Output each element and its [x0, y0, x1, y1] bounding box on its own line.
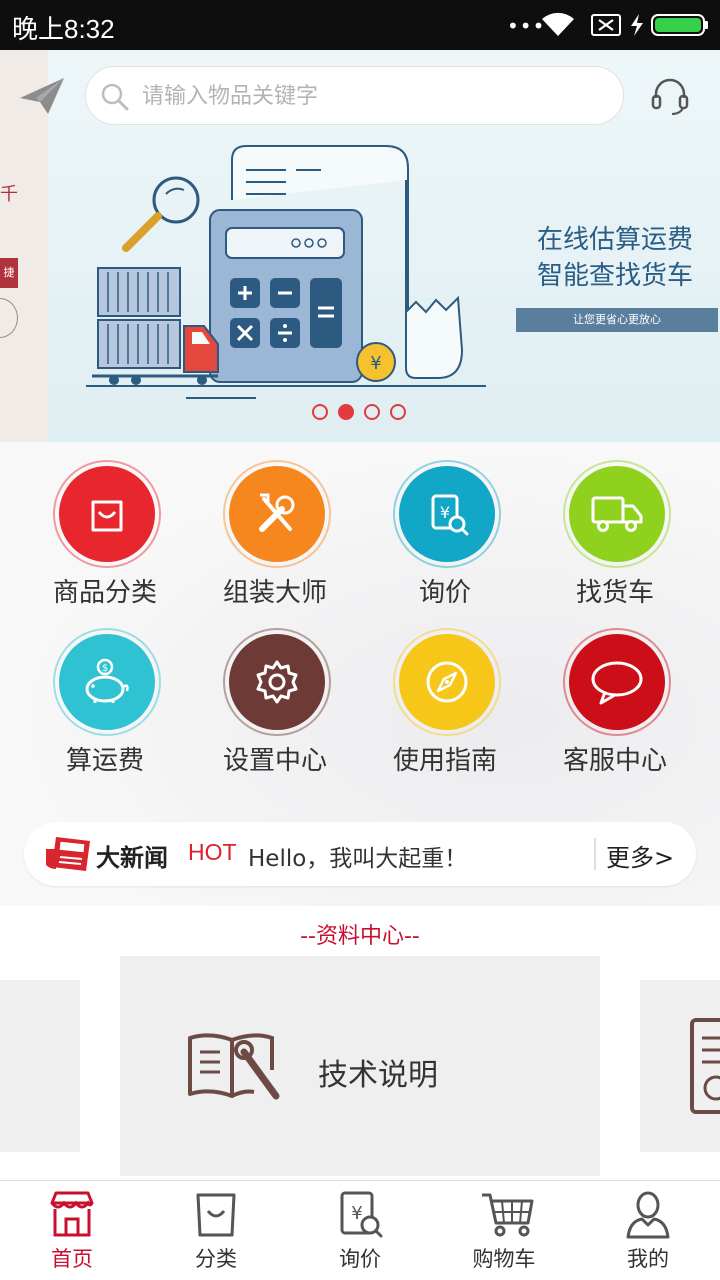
- status-bar: 晚上8:32 •••: [0, 0, 720, 50]
- bag-icon: [196, 1193, 236, 1237]
- nav-tab-inquiry[interactable]: ¥ 询价: [288, 1181, 432, 1280]
- strip-label: 捷: [0, 258, 18, 288]
- grid-circle: ¥: [393, 460, 501, 568]
- wifi-icon: [542, 12, 574, 36]
- strip-char: 千: [0, 184, 18, 205]
- nav-tab-profile[interactable]: 我的: [576, 1181, 720, 1280]
- nav-label: 购物车: [472, 1247, 536, 1271]
- shopping-bag-icon: [91, 500, 123, 532]
- grid-circle: [223, 628, 331, 736]
- resource-center-title: --资料中心--: [300, 924, 420, 949]
- grid-label: 组装大师: [222, 578, 327, 608]
- grid-label: 客服中心: [562, 746, 667, 776]
- price-inquiry-icon: ¥: [431, 494, 469, 536]
- grid-label: 找货车: [575, 578, 654, 608]
- promo-banner[interactable]: 千 捷 请输入物品关键字 ¥ 在线估算运费 智能查找货车 让您更省心更放心: [0, 50, 720, 442]
- truck-icon: [591, 496, 643, 532]
- resource-card-tech-docs[interactable]: 技术说明: [120, 956, 600, 1176]
- status-icons: [542, 12, 708, 36]
- carousel-dot-1[interactable]: [312, 404, 328, 420]
- grid-item-product-category[interactable]: 商品分类: [20, 442, 190, 608]
- banner-title: 在线估算运费 智能查找货车: [520, 222, 710, 294]
- banner-title-line1: 在线估算运费: [536, 225, 693, 255]
- nav-tab-home[interactable]: 首页: [0, 1181, 144, 1280]
- chat-bubble-icon: [591, 661, 643, 705]
- carousel-dot-3[interactable]: [364, 404, 380, 420]
- news-headline[interactable]: Hello，我叫大起重！: [248, 839, 467, 873]
- grid-item-assembly-master[interactable]: 组装大师: [190, 442, 360, 608]
- resource-card-label: 技术说明: [318, 1058, 438, 1093]
- resource-card-previous[interactable]: [0, 980, 80, 1152]
- grid-item-customer-service[interactable]: 客服中心: [530, 610, 700, 776]
- resource-center: --资料中心-- 技术说明: [0, 906, 720, 1180]
- nav-label: 分类: [195, 1247, 237, 1271]
- search-icon: [101, 83, 129, 111]
- cart-icon: [482, 1193, 534, 1237]
- nav-tab-category[interactable]: 分类: [144, 1181, 288, 1280]
- grid-circle: $: [53, 628, 161, 736]
- banner-title-line2: 智能查找货车: [536, 261, 693, 291]
- svg-text:¥: ¥: [440, 503, 450, 522]
- grid-item-freight-calc[interactable]: $ 算运费: [20, 610, 190, 776]
- news-title: 大新闻: [96, 844, 168, 872]
- user-icon: [626, 1191, 670, 1239]
- search-box[interactable]: [85, 66, 624, 125]
- certificate-icon: [690, 1018, 720, 1114]
- no-sim-icon: [591, 14, 621, 36]
- paper-plane-icon[interactable]: [18, 76, 66, 116]
- nav-tab-cart[interactable]: 购物车: [432, 1181, 576, 1280]
- carousel-dot-2[interactable]: [338, 404, 354, 420]
- carousel-dot-4[interactable]: [390, 404, 406, 420]
- grid-item-user-guide[interactable]: 使用指南: [360, 610, 530, 776]
- compass-icon: [426, 661, 468, 703]
- status-time: 晚上8:32: [12, 14, 115, 44]
- search-input[interactable]: [142, 79, 602, 113]
- bottom-navigation: 首页 分类 ¥ 询价 购物车 我的: [0, 1180, 720, 1280]
- nav-label: 首页: [51, 1247, 93, 1271]
- grid-label: 询价: [418, 578, 471, 608]
- calculator-illustration: ¥: [86, 145, 486, 399]
- svg-text:$: $: [102, 663, 108, 674]
- news-hot-badge: HOT: [188, 839, 237, 865]
- headset-icon[interactable]: [650, 76, 690, 116]
- price-inquiry-icon: ¥: [340, 1191, 383, 1238]
- grid-label: 设置中心: [222, 746, 327, 776]
- grid-circle: [393, 628, 501, 736]
- strip-circle: [0, 298, 18, 338]
- news-more-link[interactable]: 更多>: [606, 838, 674, 873]
- carousel-indicator: [312, 404, 406, 424]
- grid-circle: [223, 460, 331, 568]
- grid-label: 算运费: [65, 746, 144, 776]
- grid-item-settings-center[interactable]: 设置中心: [190, 610, 360, 776]
- grid-circle: [53, 460, 161, 568]
- grid-item-find-truck[interactable]: 找货车: [530, 442, 700, 608]
- grid-circle: [563, 628, 671, 736]
- battery-icon: [651, 14, 708, 36]
- manual-wrench-icon: [188, 1033, 280, 1100]
- svg-text:¥: ¥: [370, 353, 381, 374]
- grid-item-price-inquiry[interactable]: ¥ 询价: [360, 442, 530, 608]
- feature-grid: 商品分类 组装大师 ¥ 询价 找货车 $ 算运费 设置中心 使用指南 客服中心 …: [0, 442, 720, 906]
- nav-label: 询价: [339, 1247, 381, 1271]
- newspaper-icon: [46, 837, 90, 871]
- grid-circle: [563, 460, 671, 568]
- grid-label: 使用指南: [392, 746, 497, 776]
- grid-label: 商品分类: [52, 578, 157, 608]
- news-divider: [594, 838, 596, 870]
- piggy-bank-icon: $: [85, 658, 129, 703]
- tools-icon: [259, 493, 295, 532]
- home-store-icon: [50, 1191, 94, 1237]
- nav-label: 我的: [627, 1247, 669, 1271]
- gear-icon: [256, 660, 298, 704]
- banner-tagline: 让您更省心更放心: [516, 308, 718, 332]
- resource-card-next[interactable]: [640, 980, 720, 1152]
- svg-text:¥: ¥: [351, 1203, 362, 1224]
- news-ticker[interactable]: 大新闻 HOT Hello，我叫大起重！ 更多>: [24, 822, 696, 886]
- charging-icon: [631, 14, 643, 36]
